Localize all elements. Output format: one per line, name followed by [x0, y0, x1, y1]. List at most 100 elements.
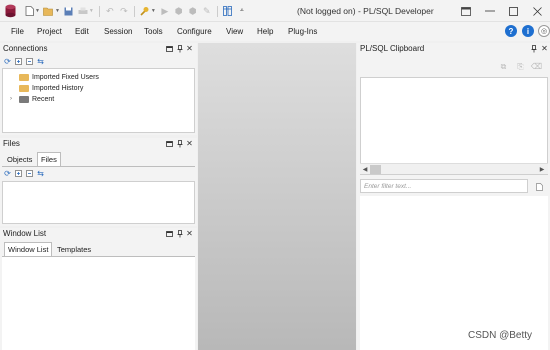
- redo-icon[interactable]: ↷: [117, 4, 131, 18]
- expand-all-icon[interactable]: [14, 57, 23, 66]
- files-title: Files: [3, 139, 20, 148]
- menu-file[interactable]: File: [11, 27, 24, 36]
- paste-icon[interactable]: ⎘: [516, 62, 525, 71]
- clipboard-title: PL/SQL Clipboard: [360, 44, 425, 53]
- toolbar-separator: [133, 5, 135, 17]
- menu-bar: File Project Edit Session Tools Configur…: [0, 22, 550, 41]
- quick-access-toolbar: ▼ ▼ ▼ ↶ ↷ ▼ ▶ ⬢ ⬢ ✎ ⩡: [22, 4, 249, 18]
- menu-session[interactable]: Session: [104, 27, 132, 36]
- close-icon[interactable]: [527, 3, 547, 19]
- tree-item-recent[interactable]: › Recent: [10, 94, 55, 104]
- find-dropdown-icon[interactable]: ▼: [151, 8, 156, 14]
- expand-all-icon[interactable]: [14, 169, 23, 178]
- horizontal-scrollbar[interactable]: ◀ ▶: [360, 163, 548, 174]
- tree-item-imported-history[interactable]: Imported History: [11, 83, 83, 93]
- panel-pin-icon[interactable]: [175, 138, 184, 149]
- panel-pin-icon[interactable]: [175, 43, 184, 54]
- restore-layout-icon[interactable]: [456, 3, 476, 19]
- menu-plug-ins[interactable]: Plug-Ins: [288, 27, 317, 36]
- menu-help[interactable]: Help: [257, 27, 273, 36]
- expand-arrow-icon[interactable]: ›: [10, 96, 15, 102]
- connections-title: Connections: [3, 44, 48, 53]
- tab-divider: [2, 166, 195, 167]
- panel-close-icon[interactable]: ✕: [185, 43, 194, 54]
- stop-icon[interactable]: ⬢: [186, 4, 200, 18]
- print-icon[interactable]: [76, 4, 90, 18]
- collapse-all-icon[interactable]: [25, 169, 34, 178]
- find-icon[interactable]: [138, 4, 152, 18]
- tree-item-label: Imported Fixed Users: [32, 73, 99, 81]
- panel-close-icon[interactable]: ✕: [540, 43, 549, 54]
- tab-objects[interactable]: Objects: [4, 152, 35, 166]
- folder-icon: [19, 84, 29, 92]
- window-list-content: [2, 257, 195, 350]
- filter-input[interactable]: [360, 179, 528, 193]
- save-icon[interactable]: [62, 4, 76, 18]
- refresh-icon[interactable]: ⟳: [3, 169, 12, 178]
- toolbar-separator: [98, 5, 100, 17]
- tab-files[interactable]: Files: [37, 152, 61, 166]
- menu-edit[interactable]: Edit: [75, 27, 89, 36]
- window-title: (Not logged on) - PL/SQL Developer: [297, 6, 434, 16]
- new-item-icon[interactable]: [535, 182, 544, 191]
- files-header: Files ✕: [0, 138, 197, 150]
- window-list-title: Window List: [3, 229, 47, 238]
- title-bar: ▼ ▼ ▼ ↶ ↷ ▼ ▶ ⬢ ⬢ ✎ ⩡ (Not logged on) - …: [0, 0, 550, 22]
- app-database-icon: [4, 4, 17, 18]
- scroll-left-icon[interactable]: ◀: [361, 165, 369, 174]
- clipboard-list: [360, 77, 548, 175]
- files-tree: [2, 181, 195, 224]
- menu-tools[interactable]: Tools: [144, 27, 163, 36]
- tree-item-label: Recent: [32, 95, 55, 103]
- break-icon[interactable]: ⬢: [172, 4, 186, 18]
- open-icon[interactable]: [42, 4, 56, 18]
- tab-window-list[interactable]: Window List: [4, 242, 53, 256]
- panel-pin-icon[interactable]: [529, 43, 538, 54]
- panel-float-icon[interactable]: [165, 43, 174, 54]
- panel-float-icon[interactable]: [165, 228, 174, 239]
- panel-pin-icon[interactable]: [175, 228, 184, 239]
- globe-icon[interactable]: ◎: [538, 25, 550, 37]
- print-dropdown-icon[interactable]: ▼: [89, 8, 94, 14]
- window-list-panel: Window List ✕ Window List Templates: [0, 228, 197, 350]
- files-panel: Files ✕ Objects Files ⟳ ⇆: [0, 138, 197, 226]
- clipboard-header: PL/SQL Clipboard ✕: [357, 43, 550, 55]
- connect-icon[interactable]: ⇆: [36, 57, 45, 66]
- help-icon[interactable]: ?: [505, 25, 517, 37]
- maximize-icon[interactable]: [503, 3, 523, 19]
- panel-float-icon[interactable]: [165, 138, 174, 149]
- mdi-workspace[interactable]: [198, 43, 356, 350]
- new-icon[interactable]: [22, 4, 36, 18]
- tree-item-imported-fixed-users[interactable]: Imported Fixed Users: [11, 72, 99, 82]
- open-dropdown-icon[interactable]: ▼: [55, 8, 60, 14]
- minimize-icon[interactable]: [480, 3, 500, 19]
- toolbar-separator: [216, 5, 218, 17]
- scroll-thumb[interactable]: [370, 165, 381, 174]
- folder-icon: [19, 73, 29, 81]
- info-icon[interactable]: i: [522, 25, 534, 37]
- debug-icon[interactable]: ✎: [200, 4, 214, 18]
- refresh-icon[interactable]: ⟳: [3, 57, 12, 66]
- delete-icon[interactable]: ⌫: [531, 62, 542, 71]
- folder-icon: [19, 95, 29, 103]
- menu-configure[interactable]: Configure: [177, 27, 212, 36]
- copy-icon[interactable]: ⧉: [499, 62, 508, 71]
- customize-icon[interactable]: ⩡: [235, 4, 249, 18]
- connections-header: Connections ✕: [0, 43, 197, 55]
- undo-icon[interactable]: ↶: [103, 4, 117, 18]
- menu-project[interactable]: Project: [37, 27, 62, 36]
- connect-icon[interactable]: ⇆: [36, 169, 45, 178]
- scroll-right-icon[interactable]: ▶: [538, 165, 546, 174]
- connections-tree: Imported Fixed Users Imported History › …: [2, 68, 195, 133]
- connections-panel: Connections ✕ ⟳ ⇆ Imported Fixed Users I…: [0, 43, 197, 135]
- watermark-text: CSDN @Betty: [468, 330, 533, 341]
- menu-view[interactable]: View: [226, 27, 243, 36]
- new-dropdown-icon[interactable]: ▼: [35, 8, 40, 14]
- panel-close-icon[interactable]: ✕: [185, 138, 194, 149]
- execute-icon[interactable]: ▶: [158, 4, 172, 18]
- collapse-all-icon[interactable]: [25, 57, 34, 66]
- layout-icon[interactable]: [221, 4, 235, 18]
- tab-templates[interactable]: Templates: [54, 242, 94, 256]
- window-list-header: Window List ✕: [0, 228, 197, 240]
- panel-close-icon[interactable]: ✕: [185, 228, 194, 239]
